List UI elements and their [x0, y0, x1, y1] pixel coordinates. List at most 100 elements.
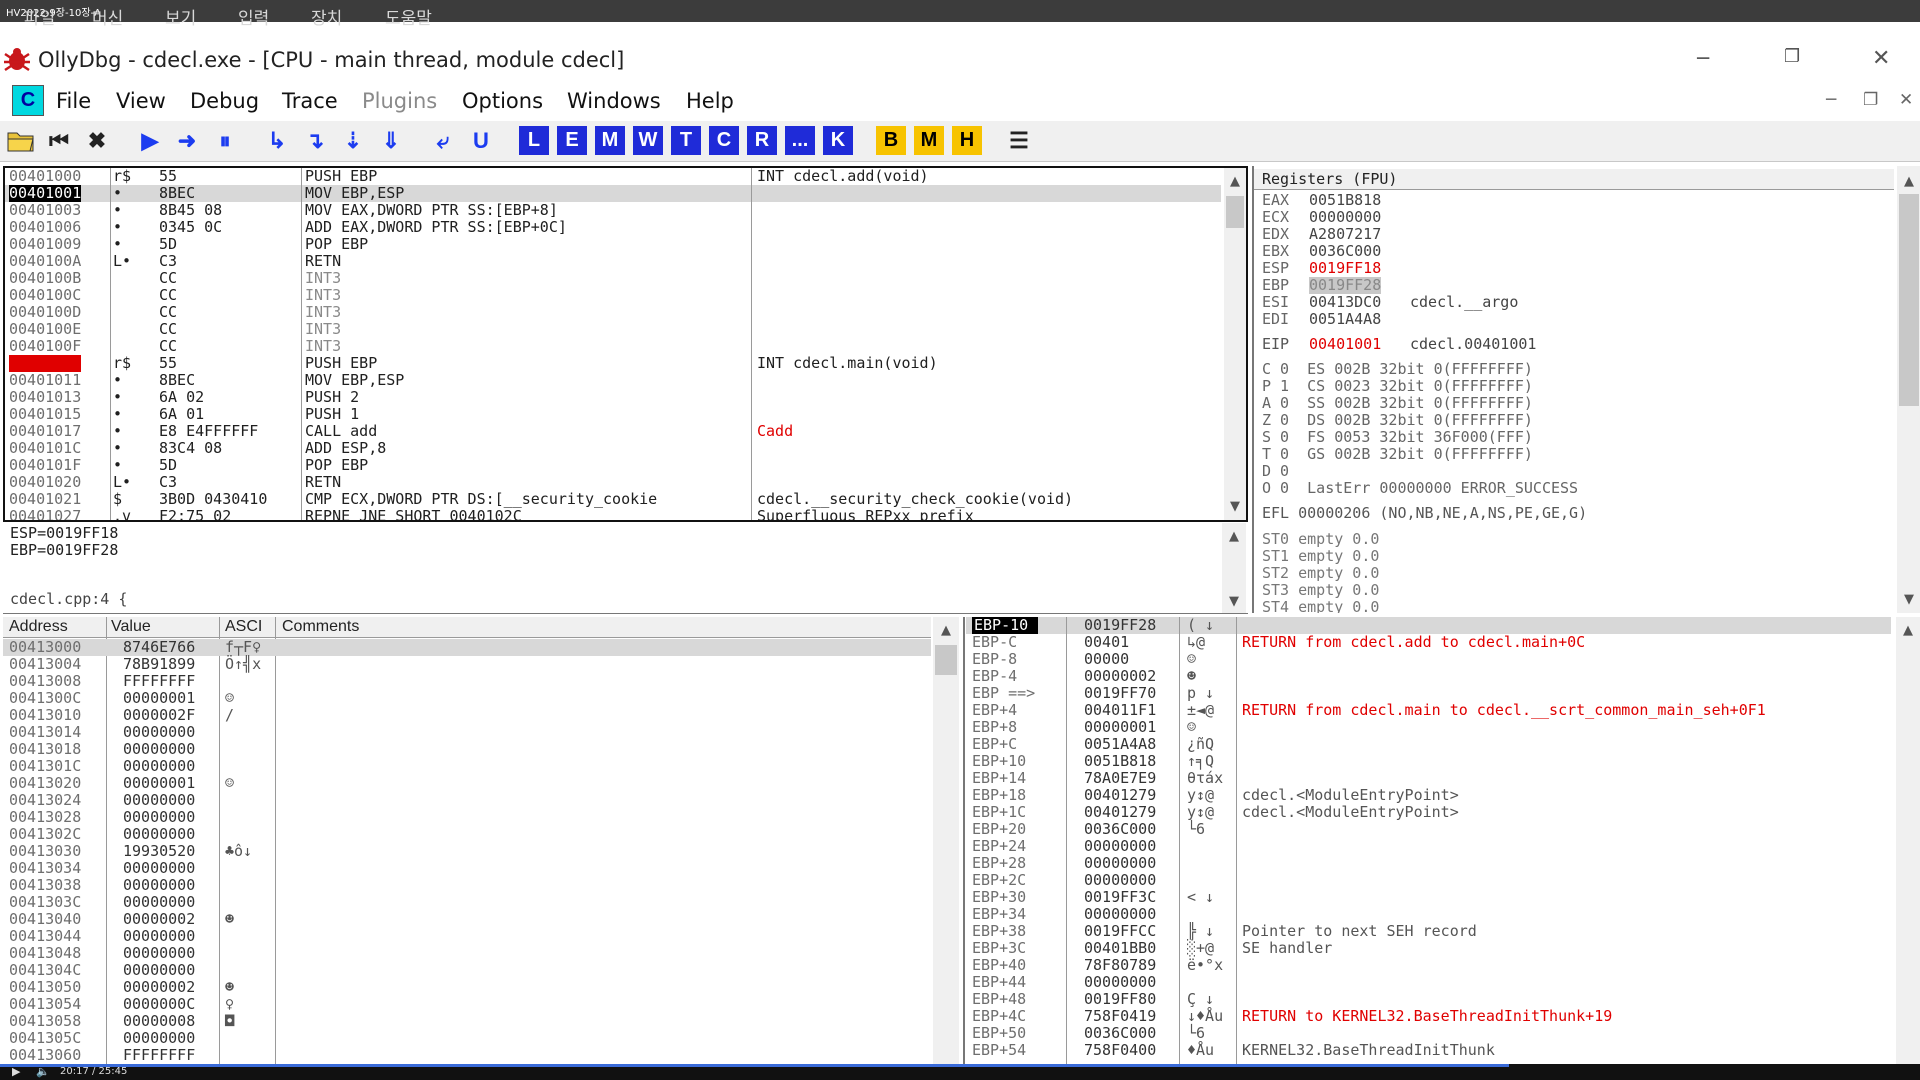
dump-row[interactable]: 00413010 0000002F / — [3, 707, 931, 724]
stack-row[interactable]: EBP+8 00000001 ☺ — [966, 719, 1891, 736]
cpu-window-icon[interactable]: C — [12, 85, 44, 116]
close-icon[interactable]: ✕ — [1872, 46, 1890, 71]
dump-row[interactable]: 00413058 00000008 ◘ — [3, 1013, 931, 1030]
menu-plugins[interactable]: Plugins — [362, 89, 437, 113]
dump-row[interactable]: 0041300C 00000001 ☺ — [3, 690, 931, 707]
flag-segment-row[interactable]: T 0 GS 002B 32bit 0(FFFFFFFF) — [1262, 446, 1882, 463]
disasm-row[interactable]: 0040101C • 83C4 08 ADD ESP,8 — [5, 440, 1221, 457]
dump-row[interactable]: 00413048 00000000 — [3, 945, 931, 962]
dump-row[interactable]: 00413000 8746E766 f┬F♀ — [3, 639, 931, 656]
cpu-button[interactable]: C — [709, 126, 739, 155]
menu-trace[interactable]: Trace — [282, 89, 338, 113]
disasm-row[interactable]: 00401010 r$ 55 PUSH EBP INT cdecl.main(void) — [5, 355, 1221, 372]
menu-windows[interactable]: Windows — [567, 89, 661, 113]
vm-menu-input[interactable]: 입력 — [238, 4, 269, 29]
disasm-row[interactable]: 00401001 • 8BEC MOV EBP,ESP — [5, 185, 1221, 202]
run-thread-icon[interactable]: ➜ — [172, 126, 202, 155]
flag-segment-row[interactable]: C 0 ES 002B 32bit 0(FFFFFFFF) — [1262, 361, 1882, 378]
minimize-icon[interactable]: ─ — [1697, 46, 1709, 70]
disasm-row[interactable]: 00401000 r$ 55 PUSH EBP INT cdecl.add(void) — [5, 168, 1221, 185]
vm-menu-machine[interactable]: 머신 — [92, 4, 123, 29]
disasm-row[interactable]: 0040100C CC INT3 — [5, 287, 1221, 304]
registers-scrollbar[interactable]: ▲ ▼ — [1897, 166, 1920, 613]
fpu-register-row[interactable]: ST1 empty 0.0 — [1262, 548, 1882, 565]
dump-row[interactable]: 00413054 0000000C ♀ — [3, 996, 931, 1013]
stack-row[interactable]: EBP+C 0051A4A8 ¿ñQ — [966, 736, 1891, 753]
dump-row[interactable]: 0041302C 00000000 — [3, 826, 931, 843]
stack-row[interactable]: EBP+48 0019FF80 Ç ↓ — [966, 991, 1891, 1008]
scroll-up-icon[interactable]: ▲ — [1224, 174, 1246, 189]
mdi-restore-icon[interactable]: ❐ — [1863, 90, 1878, 110]
run-icon[interactable]: ▶ — [135, 126, 165, 155]
disasm-row[interactable]: 0040100F CC INT3 — [5, 338, 1221, 355]
disasm-row[interactable]: 00401003 • 8B45 08 MOV EAX,DWORD PTR SS:[EB… — [5, 202, 1221, 219]
stack-row[interactable]: EBP-8 00000 ☺ — [966, 651, 1891, 668]
animate-over-icon[interactable]: ⇓ — [376, 126, 406, 155]
register-value[interactable]: A2807217 — [1309, 226, 1381, 243]
dump-row[interactable]: 0041304C 00000000 — [3, 962, 931, 979]
disasm-row[interactable]: 0040101F • 5D POP EBP — [5, 457, 1221, 474]
fpu-register-row[interactable]: ST2 empty 0.0 — [1262, 565, 1882, 582]
vm-menu-view[interactable]: 보기 — [165, 4, 196, 29]
disasm-row[interactable]: 00401009 • 5D POP EBP — [5, 236, 1221, 253]
register-value[interactable]: 0019FF18 — [1309, 260, 1381, 277]
step-into-icon[interactable]: ↳ — [262, 126, 292, 155]
stack-scrollbar[interactable]: ▲ — [1896, 617, 1920, 1064]
disasm-row[interactable]: 0040100D CC INT3 — [5, 304, 1221, 321]
dump-row[interactable]: 00413060 FFFFFFFF — [3, 1047, 931, 1064]
video-progress[interactable] — [0, 1064, 1510, 1067]
play-icon[interactable]: ▶ — [12, 1065, 20, 1078]
scroll-down-icon[interactable]: ▼ — [1222, 594, 1246, 609]
dump-row[interactable]: 0041305C 00000000 — [3, 1030, 931, 1047]
stack-row[interactable]: EBP-4 00000002 ☻ — [966, 668, 1891, 685]
register-value[interactable]: 0036C000 — [1309, 243, 1381, 260]
flag-segment-row[interactable]: D 0 — [1262, 463, 1882, 480]
dump-row[interactable]: 0041303C 00000000 — [3, 894, 931, 911]
scroll-down-icon[interactable]: ▼ — [1224, 499, 1246, 514]
memory-map-button[interactable]: M — [595, 126, 625, 155]
windows-list-button[interactable]: W — [633, 126, 663, 155]
info-scrollbar[interactable]: ▲ ▼ — [1222, 523, 1246, 613]
dump-row[interactable]: 00413004 78B91899 Ö↑╣x — [3, 656, 931, 673]
disasm-row[interactable]: 0040100B CC INT3 — [5, 270, 1221, 287]
register-row-eip[interactable]: EIP 00401001 cdecl.00401001 — [1262, 336, 1882, 353]
disasm-row[interactable]: 00401020 L• C3 RETN — [5, 474, 1221, 491]
register-row[interactable]: ESP 0019FF18 — [1262, 260, 1882, 277]
disasm-row[interactable]: 00401011 • 8BEC MOV EBP,ESP — [5, 372, 1221, 389]
animate-into-icon[interactable]: ⇣ — [338, 126, 368, 155]
dump-row[interactable]: 00413038 00000000 — [3, 877, 931, 894]
dump-row[interactable]: 00413040 00000002 ☻ — [3, 911, 931, 928]
pause-icon[interactable]: ⏸ — [210, 126, 240, 155]
volume-icon[interactable]: 🔈 — [36, 1065, 50, 1078]
stack-row[interactable]: EBP+50 0036C000 └6 — [966, 1025, 1891, 1042]
disasm-row[interactable]: 00401013 • 6A 02 PUSH 2 — [5, 389, 1221, 406]
registers-header[interactable]: Registers (FPU) — [1254, 169, 1894, 190]
stack-row[interactable]: EBP+28 00000000 — [966, 855, 1891, 872]
vm-menu-file[interactable]: 파일 — [24, 4, 55, 29]
execute-till-user-code-icon[interactable]: U — [466, 126, 496, 155]
dump-row[interactable]: 00413024 00000000 — [3, 792, 931, 809]
stack-row[interactable]: EBP+30 0019FF3C < ↓ — [966, 889, 1891, 906]
menu-debug[interactable]: Debug — [190, 89, 259, 113]
log-window-button[interactable]: L — [519, 126, 549, 155]
stack-row[interactable]: EBP+40 78F80789 ë•°x — [966, 957, 1891, 974]
stack-row[interactable]: EBP+34 00000000 — [966, 906, 1891, 923]
stack-row[interactable]: EBP+54 758F0400 ♦Åu KERNEL32.BaseThreadInit… — [966, 1042, 1891, 1059]
register-value[interactable]: 00413DC0 — [1309, 294, 1381, 311]
dump-row[interactable]: 00413028 00000000 — [3, 809, 931, 826]
stack-row[interactable]: EBP+4 004011F1 ±◄@ RETURN from cdecl.main t… — [966, 702, 1891, 719]
scroll-up-icon[interactable]: ▲ — [1897, 174, 1920, 189]
dump-row[interactable]: 00413050 00000002 ☻ — [3, 979, 931, 996]
register-row[interactable]: EAX 0051B818 — [1262, 192, 1882, 209]
mdi-minimize-icon[interactable]: ─ — [1826, 90, 1836, 110]
fpu-register-row[interactable]: ST3 empty 0.0 — [1262, 582, 1882, 599]
register-row[interactable]: EDX A2807217 — [1262, 226, 1882, 243]
breakpoints-button[interactable]: B — [876, 126, 906, 155]
disasm-row[interactable]: 00401006 • 0345 0C ADD EAX,DWORD PTR SS:[EB… — [5, 219, 1221, 236]
register-row[interactable]: EDI 0051A4A8 — [1262, 311, 1882, 328]
flag-segment-row[interactable]: Z 0 DS 002B 32bit 0(FFFFFFFF) — [1262, 412, 1882, 429]
threads-button[interactable]: T — [671, 126, 701, 155]
executable-modules-button[interactable]: E — [557, 126, 587, 155]
header-value[interactable]: Value — [111, 618, 151, 636]
disassembly-scrollbar[interactable]: ▲ ▼ — [1224, 168, 1246, 520]
